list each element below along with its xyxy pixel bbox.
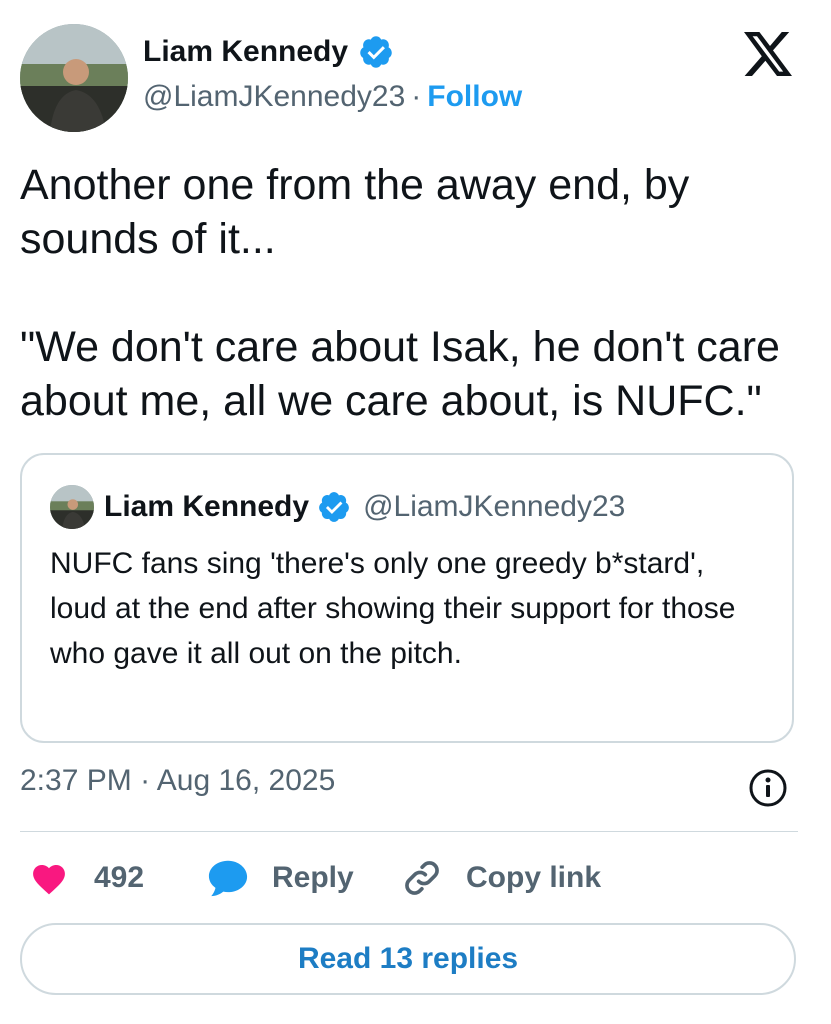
info-icon[interactable] — [748, 768, 788, 808]
timestamp-time: 2:37 PM — [20, 764, 132, 797]
tweet-text: Another one from the away end, by sounds… — [20, 161, 780, 425]
reply-button[interactable]: Reply — [206, 852, 354, 904]
author-name[interactable]: Liam Kennedy — [143, 35, 348, 69]
author-avatar[interactable] — [20, 24, 128, 132]
copy-link-label: Copy link — [466, 861, 602, 894]
divider — [20, 831, 798, 832]
quoted-tweet-text: NUFC fans sing 'there's only one greedy … — [50, 547, 736, 670]
read-replies-label: Read 13 replies — [297, 942, 519, 975]
quoted-author-row: Liam Kennedy @LiamJKennedy23 — [104, 485, 625, 529]
separator: · — [411, 80, 422, 113]
tweet-timestamp[interactable]: 2:37 PM · Aug 16, 2025 — [20, 764, 335, 798]
verified-badge-icon — [319, 492, 349, 522]
like-button[interactable]: 492 — [30, 852, 144, 904]
x-logo-icon[interactable] — [742, 32, 794, 76]
author-name-row: Liam Kennedy — [143, 30, 394, 74]
like-count: 492 — [94, 861, 145, 894]
reply-bubble-icon — [208, 860, 248, 897]
quoted-tweet-card[interactable]: Liam Kennedy @LiamJKennedy23 NUFC fans s… — [20, 453, 794, 743]
quoted-author-handle: @LiamJKennedy23 — [363, 490, 626, 523]
author-handle-row: @LiamJKennedy23 · Follow — [143, 80, 522, 114]
author-handle[interactable]: @LiamJKennedy23 — [143, 80, 405, 114]
link-icon — [405, 861, 439, 895]
read-replies-button[interactable]: Read 13 replies — [20, 923, 796, 995]
quoted-author-avatar — [50, 485, 94, 529]
separator: · — [140, 764, 151, 797]
verified-badge-icon — [360, 36, 392, 68]
reply-label: Reply — [272, 861, 354, 894]
follow-button[interactable]: Follow — [427, 80, 522, 114]
quoted-author-name: Liam Kennedy — [104, 490, 310, 523]
avatar-photo — [50, 485, 94, 529]
copy-link-button[interactable]: Copy link — [402, 852, 601, 904]
avatar-photo — [20, 24, 128, 132]
heart-icon — [33, 865, 65, 895]
timestamp-date: Aug 16, 2025 — [156, 764, 336, 797]
